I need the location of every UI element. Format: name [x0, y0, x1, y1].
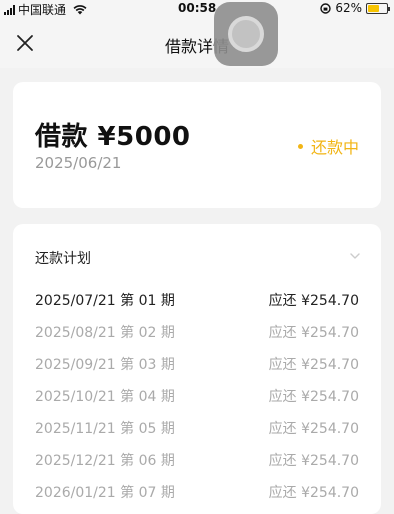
installment-label: 2025/07/21 第 01 期	[35, 290, 175, 310]
chevron-down-icon[interactable]	[349, 250, 361, 262]
installment-label: 2025/09/21 第 03 期	[35, 354, 175, 374]
repayment-plan-title: 还款计划	[35, 251, 91, 267]
status-dot-icon	[297, 143, 303, 149]
assistive-touch-icon	[228, 16, 264, 52]
repayment-row: 2025/08/21 第 02 期 应还 ¥254.70	[35, 316, 359, 348]
installment-amount: 应还 ¥254.70	[268, 389, 359, 405]
wifi-icon	[73, 5, 87, 15]
orientation-lock-icon	[320, 2, 332, 14]
repayment-row: 2026/01/21 第 07 期 应还 ¥254.70	[35, 476, 359, 508]
loan-summary-card: 借款 ¥5000 2025/06/21 还款中	[13, 82, 381, 208]
installment-date: 2025/11/21	[35, 421, 116, 437]
repayment-row: 2025/11/21 第 05 期 应还 ¥254.70	[35, 412, 359, 444]
carrier-label: 中国联通	[18, 3, 67, 17]
status-badge: 还款中	[297, 134, 359, 158]
installment-label: 2026/01/21 第 07 期	[35, 482, 175, 502]
installment-period: 第 05 期	[120, 421, 175, 437]
battery-percent: 62%	[335, 1, 362, 15]
installment-period: 第 07 期	[120, 485, 175, 501]
installment-period: 第 03 期	[120, 357, 175, 373]
loan-date: 2025/06/21	[35, 154, 122, 172]
loan-amount-title: 借款 ¥5000	[35, 122, 191, 152]
installment-amount: 应还 ¥254.70	[268, 453, 359, 469]
signal-icon	[4, 4, 15, 15]
installment-label: 2025/11/21 第 05 期	[35, 418, 175, 438]
installment-date: 2025/08/21	[35, 325, 116, 341]
installment-date: 2025/07/21	[35, 293, 116, 309]
installment-amount: 应还 ¥254.70	[268, 421, 359, 437]
status-text: 还款中	[310, 138, 359, 157]
installment-period: 第 06 期	[120, 453, 175, 469]
installment-period: 第 04 期	[120, 389, 175, 405]
assistive-touch-button[interactable]	[214, 2, 278, 66]
installment-date: 2026/01/21	[35, 485, 116, 501]
repayment-row: 2025/07/21 第 01 期 应还 ¥254.70	[35, 284, 359, 316]
installment-date: 2025/12/21	[35, 453, 116, 469]
installment-amount: 应还 ¥254.70	[268, 485, 359, 501]
status-bar-left: 中国联通	[4, 1, 87, 18]
navigation-bar: 借款详情	[0, 18, 394, 68]
installment-date: 2025/10/21	[35, 389, 116, 405]
repayment-row: 2025/10/21 第 04 期 应还 ¥254.70	[35, 380, 359, 412]
repayment-list: 2025/07/21 第 01 期 应还 ¥254.70 2025/08/21 …	[35, 284, 359, 508]
installment-amount: 应还 ¥254.70	[268, 357, 359, 373]
installment-label: 2025/10/21 第 04 期	[35, 386, 175, 406]
repayment-plan-card: 还款计划 2025/07/21 第 01 期 应还 ¥254.70 2025/0…	[13, 224, 381, 514]
installment-period: 第 01 期	[120, 293, 175, 309]
installment-label: 2025/12/21 第 06 期	[35, 450, 175, 470]
installment-label: 2025/08/21 第 02 期	[35, 322, 175, 342]
battery-icon	[366, 2, 390, 14]
status-bar: 中国联通 00:58 62%	[0, 0, 394, 18]
installment-date: 2025/09/21	[35, 357, 116, 373]
repayment-row: 2025/09/21 第 03 期 应还 ¥254.70	[35, 348, 359, 380]
installment-period: 第 02 期	[120, 325, 175, 341]
installment-amount: 应还 ¥254.70	[268, 293, 359, 309]
battery-level	[368, 4, 380, 12]
installment-amount: 应还 ¥254.70	[268, 325, 359, 341]
status-time: 00:58	[178, 1, 217, 15]
repayment-row: 2025/12/21 第 06 期 应还 ¥254.70	[35, 444, 359, 476]
page-title: 借款详情	[164, 37, 229, 56]
status-bar-right: 62%	[320, 1, 390, 15]
